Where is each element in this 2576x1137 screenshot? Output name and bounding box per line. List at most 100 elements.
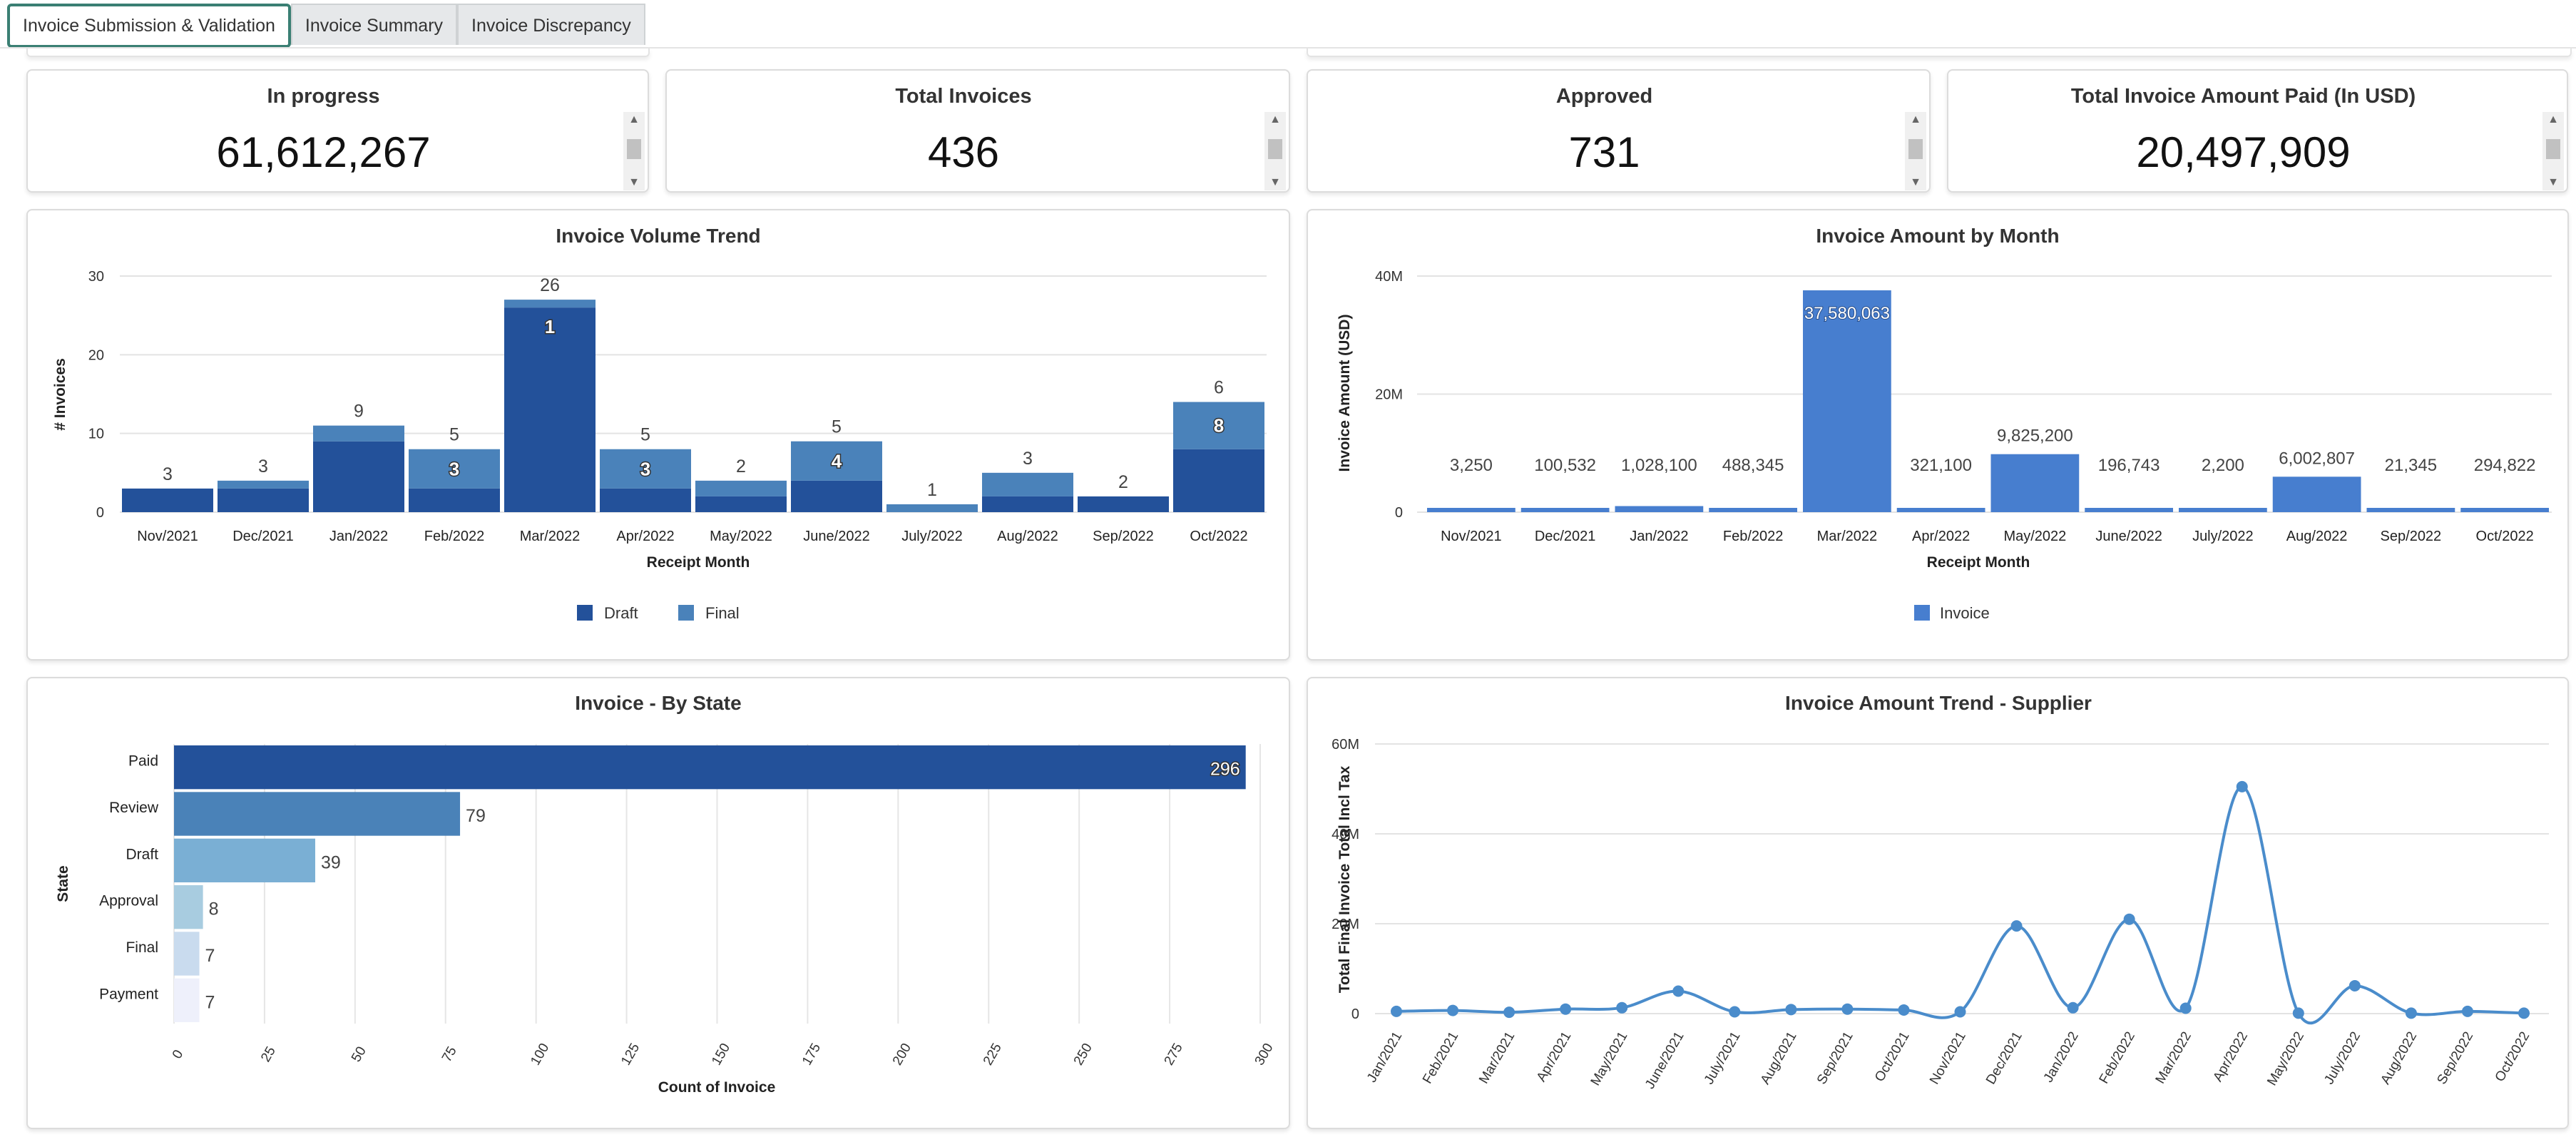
chart-title: Invoice Volume Trend (556, 225, 760, 247)
bar (1615, 506, 1704, 512)
bar (174, 838, 315, 882)
bar-final (218, 480, 309, 489)
scroll-down-icon[interactable]: ▼ (623, 176, 645, 189)
x-tick-label: Feb/2022 (2097, 1029, 2138, 1086)
x-tick-label: Oct/2022 (1190, 529, 1247, 544)
bar (2366, 508, 2455, 512)
x-tick-label: 250 (1071, 1041, 1095, 1068)
scroll-up-icon[interactable]: ▲ (1905, 113, 1926, 126)
y-tick-label: Draft (126, 846, 158, 862)
data-label: 5 (640, 425, 650, 445)
chart-title: Invoice - By State (575, 692, 741, 714)
data-label: 5 (832, 417, 842, 437)
bar (2179, 508, 2267, 512)
scrollbar[interactable]: ▲ ▼ (623, 112, 645, 190)
data-point (2518, 1007, 2530, 1019)
data-label: 39 (321, 852, 341, 872)
x-tick-label: 125 (618, 1041, 643, 1068)
x-tick-label: 175 (799, 1041, 824, 1068)
data-label: 6,002,807 (2279, 449, 2355, 468)
bar-draft (982, 496, 1073, 512)
data-point (2461, 1005, 2473, 1017)
x-tick-label: Aug/2022 (997, 529, 1058, 544)
x-tick-label: Oct/2022 (2476, 529, 2534, 544)
y-tick-label: 0 (1395, 505, 1403, 521)
data-label: 3 (1023, 449, 1033, 469)
data-point (1954, 1006, 1966, 1018)
data-point (1616, 1001, 1628, 1014)
data-point (1785, 1004, 1797, 1016)
x-tick-label: Aug/2022 (2286, 529, 2348, 544)
x-tick-label: May/2022 (2264, 1029, 2307, 1088)
kpi-title: In progress (267, 85, 380, 108)
bar (174, 792, 461, 836)
y-tick-label: 20 (88, 347, 104, 363)
bar (1803, 290, 1891, 512)
y-tick-label: Approval (99, 893, 158, 909)
data-label: 7 (205, 992, 215, 1012)
data-point (1560, 1003, 1572, 1015)
scroll-down-icon[interactable]: ▼ (1905, 176, 1926, 189)
data-point (1841, 1003, 1854, 1015)
scrollbar-thumb[interactable] (627, 139, 641, 159)
x-tick-label: 200 (890, 1041, 914, 1068)
invoice-by-state-chart: Invoice - By State 0 25 50 75 100 125 150 175 200… (26, 677, 1290, 1129)
scrollbar-thumb[interactable] (1268, 139, 1282, 159)
scrollbar-thumb[interactable] (2546, 139, 2560, 159)
scroll-down-icon[interactable]: ▼ (1264, 176, 1286, 189)
invoice-amount-by-month-chart: Invoice Amount by Month 0 20M 40M 3,250 Nov/2… (1307, 209, 2569, 661)
data-point (2179, 1002, 2192, 1014)
scroll-up-icon[interactable]: ▲ (2542, 113, 2564, 126)
bar (2460, 508, 2549, 512)
invoice-volume-trend-chart: Invoice Volume Trend 0 10 20 30 3 Nov/2021 3 Dec… (26, 209, 1290, 661)
tab-invoice-discrepancy[interactable]: Invoice Discrepancy (457, 4, 645, 45)
data-label: 321,100 (1910, 456, 1972, 475)
tab-invoice-submission-validation[interactable]: Invoice Submission & Validation (7, 4, 291, 48)
kpi-value: 731 (1568, 128, 1640, 176)
data-point (2067, 1001, 2079, 1014)
data-label-inner: 1 (545, 316, 555, 337)
x-tick-label: Apr/2021 (1534, 1029, 1575, 1084)
x-tick-label: July/2022 (2321, 1029, 2363, 1087)
bar (2272, 476, 2361, 512)
x-tick-label: Feb/2022 (1723, 529, 1784, 544)
data-label-inner: 8 (1214, 415, 1224, 437)
tab-bar: Invoice Submission & Validation Invoice … (7, 4, 645, 48)
x-tick-label: Oct/2022 (2493, 1029, 2533, 1084)
collapsed-panel (26, 49, 650, 57)
x-tick-label: July/2022 (2192, 529, 2254, 544)
x-tick-label: Sep/2022 (2434, 1029, 2476, 1087)
invoice-amount-trend-supplier-chart: Invoice Amount Trend - Supplier 0 20M 40M 60… (1307, 677, 2569, 1129)
x-tick-label: Apr/2022 (2210, 1029, 2251, 1084)
bar (174, 978, 200, 1022)
data-point (2348, 979, 2361, 991)
scroll-down-icon[interactable]: ▼ (2542, 176, 2564, 189)
data-label: 296 (1210, 760, 1240, 780)
kpi-card: In progress 61,612,267 ▲ ▼ (26, 69, 649, 193)
bar (1896, 508, 1985, 512)
bar-draft (1078, 496, 1169, 512)
x-tick-label: June/2022 (2095, 529, 2162, 544)
data-point (2123, 913, 2135, 925)
scrollbar-thumb[interactable] (1908, 139, 1923, 159)
bar (174, 745, 1246, 790)
data-point (1729, 1006, 1741, 1018)
x-tick-label: Mar/2022 (1817, 529, 1878, 544)
x-tick-label: Nov/2021 (1927, 1029, 1969, 1087)
x-tick-label: 25 (258, 1044, 279, 1065)
bar-draft (1173, 449, 1264, 512)
data-label: 21,345 (2385, 456, 2437, 475)
x-tick-label: Nov/2021 (1441, 529, 1502, 544)
scrollbar[interactable]: ▲ ▼ (2542, 112, 2564, 190)
scroll-up-icon[interactable]: ▲ (623, 113, 645, 126)
x-tick-label: Mar/2022 (2153, 1029, 2194, 1086)
scroll-up-icon[interactable]: ▲ (1264, 113, 1286, 126)
tab-invoice-summary[interactable]: Invoice Summary (290, 4, 458, 45)
data-point (2010, 920, 2023, 932)
bar (1990, 454, 2080, 512)
scrollbar[interactable]: ▲ ▼ (1264, 112, 1286, 190)
scrollbar[interactable]: ▲ ▼ (1905, 112, 1926, 190)
kpi-card: Total Invoice Amount Paid (In USD) 20,49… (1947, 69, 2568, 193)
y-tick-label: 20M (1375, 387, 1403, 403)
kpi-card: Approved 731 ▲ ▼ (1307, 69, 1931, 193)
